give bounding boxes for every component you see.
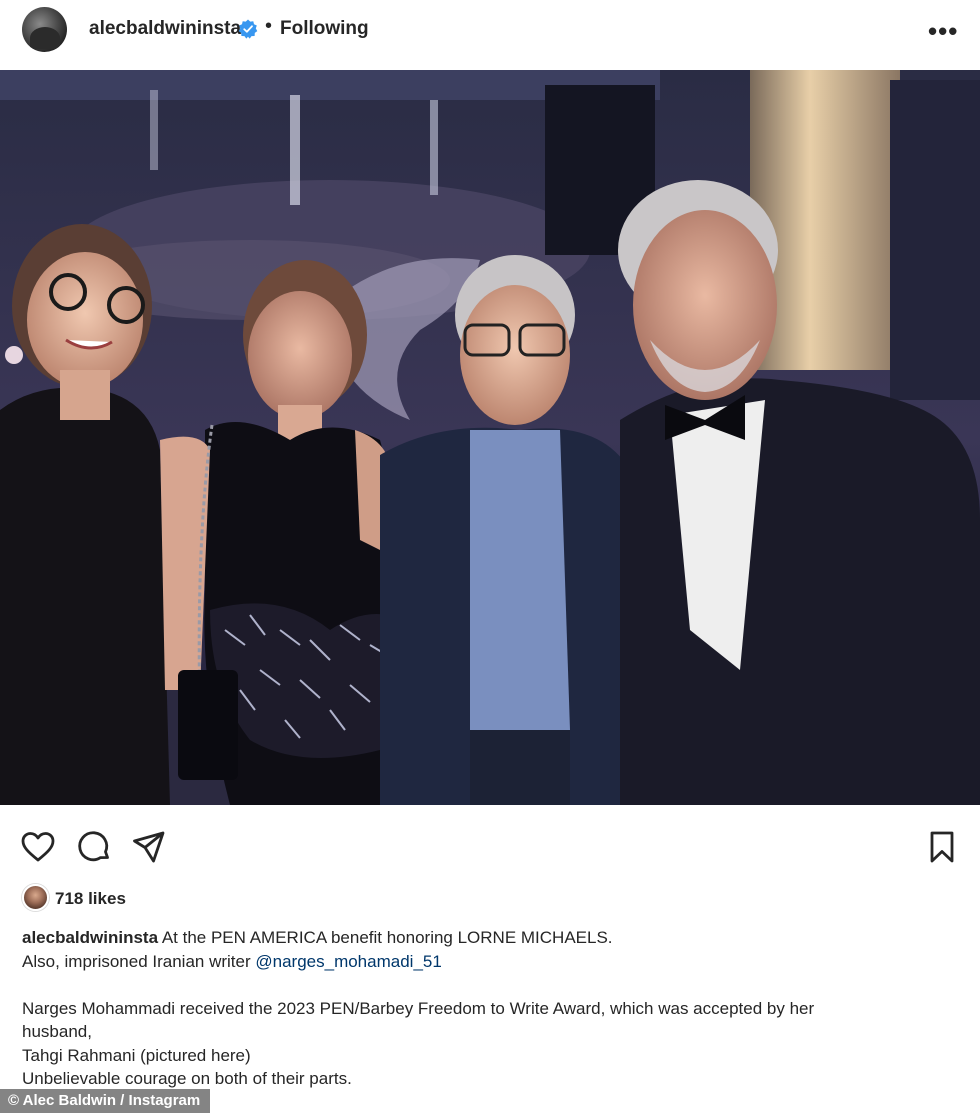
caption-mention[interactable]: @narges_mohamadi_51 (255, 952, 441, 971)
bookmark-icon[interactable] (924, 829, 960, 865)
caption-text-1: At the PEN AMERICA benefit honoring LORN… (158, 928, 613, 947)
separator-dot: • (265, 15, 273, 37)
send-icon[interactable] (131, 829, 167, 865)
comment-icon[interactable] (76, 829, 112, 865)
post-header: alecbaldwininsta • Following ••• (0, 0, 980, 70)
post-actions (0, 818, 980, 874)
following-button[interactable]: Following (280, 18, 369, 40)
profile-avatar[interactable] (22, 7, 67, 52)
post-username[interactable]: alecbaldwininsta (89, 18, 241, 40)
caption-line-6: Unbelievable courage on both of their pa… (22, 1069, 352, 1088)
caption-line-3: Narges Mohammadi received the 2023 PEN/B… (22, 998, 815, 1018)
caption-line-4: husband, (22, 1022, 92, 1041)
likes-count[interactable]: 718 likes (55, 889, 126, 909)
caption-line-1: alecbaldwininsta At the PEN AMERICA bene… (22, 926, 952, 950)
caption-gap (22, 973, 952, 997)
caption-text-2: Also, imprisoned Iranian writer (22, 951, 256, 971)
caption-line-5: Tahgi Rahmani (pictured here) (22, 1045, 251, 1065)
caption-username[interactable]: alecbaldwininsta (22, 928, 158, 947)
post-photo[interactable] (0, 70, 980, 805)
post-caption: alecbaldwininsta At the PEN AMERICA bene… (22, 926, 952, 1091)
photo-credit: © Alec Baldwin / Instagram (0, 1089, 211, 1113)
liker-avatar[interactable] (22, 884, 49, 911)
more-options-icon[interactable]: ••• (928, 16, 958, 47)
heart-icon[interactable] (20, 829, 56, 865)
photo-scene (0, 70, 980, 805)
caption-line-2: Also, imprisoned Iranian writer @narges_… (22, 950, 952, 974)
verified-badge-icon (238, 19, 258, 39)
